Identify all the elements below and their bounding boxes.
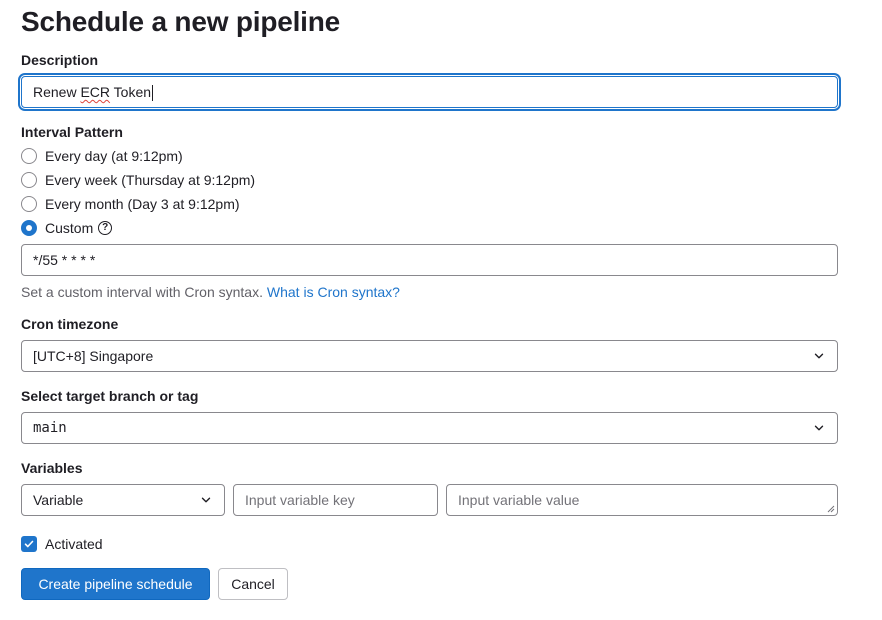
cron-timezone-value: [UTC+8] Singapore	[33, 348, 154, 364]
activated-checkbox[interactable]	[21, 536, 37, 552]
variable-key-input[interactable]: Input variable key	[233, 484, 438, 516]
resize-handle-icon[interactable]	[827, 505, 835, 513]
text-caret	[152, 85, 154, 102]
interval-option-every-month[interactable]: Every month (Day 3 at 9:12pm)	[21, 194, 240, 214]
variable-value-textarea[interactable]: Input variable value	[446, 484, 838, 516]
description-input[interactable]: Renew ECR Token	[21, 76, 838, 108]
cron-timezone-dropdown[interactable]: [UTC+8] Singapore	[21, 340, 838, 372]
radio-every-week[interactable]	[21, 172, 37, 188]
interval-option-every-month-label: Every month (Day 3 at 9:12pm)	[45, 196, 240, 212]
chevron-down-icon	[201, 497, 211, 503]
interval-option-custom[interactable]: Custom ?	[21, 218, 113, 238]
radio-custom[interactable]	[21, 220, 37, 236]
interval-option-every-week-label: Every week (Thursday at 9:12pm)	[45, 172, 256, 188]
new-pipeline-schedule-form: Schedule a new pipeline Description Rene…	[0, 0, 882, 620]
cron-help-text-body: Set a custom interval with Cron syntax.	[21, 284, 263, 300]
cancel-button[interactable]: Cancel	[218, 568, 288, 600]
target-branch-label: Select target branch or tag	[21, 388, 199, 404]
target-branch-value: main	[33, 420, 67, 436]
description-label: Description	[21, 52, 99, 68]
checkmark-icon	[24, 540, 34, 548]
cron-timezone-label: Cron timezone	[21, 316, 119, 332]
custom-cron-input[interactable]: */55 * * * *	[21, 244, 838, 276]
create-pipeline-schedule-button[interactable]: Create pipeline schedule	[21, 568, 210, 600]
page-title: Schedule a new pipeline	[21, 6, 341, 37]
variable-type-dropdown[interactable]: Variable	[21, 484, 225, 516]
cron-syntax-link[interactable]: What is Cron syntax?	[267, 284, 400, 300]
interval-option-custom-label: Custom	[45, 220, 94, 236]
interval-pattern-label: Interval Pattern	[21, 124, 123, 140]
variable-type-value: Variable	[33, 492, 84, 508]
variable-value-placeholder: Input variable value	[458, 492, 580, 508]
activated-label: Activated	[45, 536, 103, 552]
question-mark-icon[interactable]: ?	[98, 221, 113, 235]
interval-option-every-day-label: Every day (at 9:12pm)	[45, 148, 183, 164]
chevron-down-icon	[814, 425, 824, 431]
radio-every-day[interactable]	[21, 148, 37, 164]
custom-cron-value: */55 * * * *	[33, 252, 96, 268]
chevron-down-icon	[814, 353, 824, 359]
target-branch-dropdown[interactable]: main	[21, 412, 838, 444]
interval-option-every-day[interactable]: Every day (at 9:12pm)	[21, 146, 183, 166]
interval-option-every-week[interactable]: Every week (Thursday at 9:12pm)	[21, 170, 255, 190]
cron-help-text: Set a custom interval with Cron syntax. …	[21, 283, 400, 301]
variable-key-placeholder: Input variable key	[245, 492, 355, 508]
activated-checkbox-row[interactable]: Activated	[21, 534, 103, 554]
description-value: Renew ECR Token	[33, 82, 154, 102]
description-value-suffix: Token	[110, 84, 152, 100]
variables-label: Variables	[21, 460, 83, 476]
description-value-prefix: Renew	[33, 84, 81, 100]
radio-every-month[interactable]	[21, 196, 37, 212]
description-value-misspelled-word: ECR	[80, 84, 111, 100]
